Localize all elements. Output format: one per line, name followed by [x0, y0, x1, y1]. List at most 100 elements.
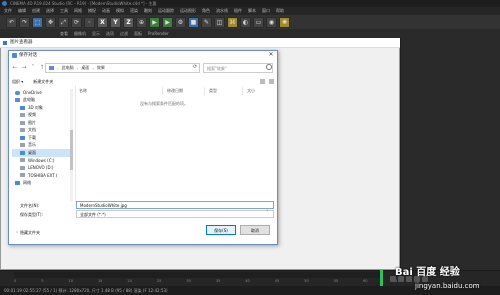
pen-icon[interactable]: ✎	[201, 16, 212, 28]
menu-item[interactable]: 渲染	[130, 8, 138, 14]
empty-message: 没有与搜索条件匹配的项。	[140, 101, 188, 106]
address-bar[interactable]: › 此电脑 › 桌面 › 效果	[45, 63, 200, 73]
close-icon[interactable]: ✕	[266, 51, 276, 59]
viewport-menu-item[interactable]: 摄像机	[74, 31, 86, 37]
z-axis-button[interactable]: Z	[123, 16, 134, 28]
column-modified[interactable]: 修改日期	[163, 87, 205, 95]
menu-item[interactable]: 窗口	[262, 8, 270, 14]
menu-item[interactable]: 创建	[32, 8, 40, 14]
viewport-menu-item[interactable]: 显示	[92, 31, 100, 37]
rotate-icon[interactable]: ⟳	[71, 16, 82, 28]
back-arrow-icon[interactable]: ←	[12, 63, 18, 73]
hide-folders-toggle[interactable]: ˄ 隐藏文件夹	[16, 230, 40, 236]
menu-item[interactable]: 插件	[234, 8, 242, 14]
render-view-icon[interactable]: ▶	[149, 16, 160, 28]
viewport-menu-item[interactable]: 查看	[60, 31, 68, 37]
breadcrumb-effects[interactable]: 效果	[97, 65, 105, 71]
filetype-label: 保存类型(T):	[20, 212, 43, 217]
redo-icon[interactable]: ↷	[19, 16, 30, 28]
nav-item[interactable]: 视频	[12, 112, 70, 120]
menu-item[interactable]: 文件	[4, 8, 12, 14]
live-select-icon[interactable]: ⬚	[32, 16, 43, 28]
menu-item[interactable]: 帮助	[276, 8, 284, 14]
nav-item-label: 3D 对象	[28, 104, 43, 110]
folder-icon	[15, 90, 20, 95]
move-icon[interactable]: ✥	[45, 16, 56, 28]
render-to-picture-viewer-icon[interactable]: ▶	[162, 16, 173, 28]
folder-icon	[15, 180, 20, 185]
search-input[interactable]: 搜索"效果"	[203, 63, 273, 73]
nav-item[interactable]: 文档	[12, 127, 70, 135]
nav-item[interactable]: 音乐	[12, 142, 70, 150]
organize-button[interactable]: 组织 ▾	[12, 79, 23, 85]
menu-item[interactable]: 网格	[74, 8, 82, 14]
baidu-watermark: Bai 百度 经验	[395, 267, 460, 278]
nav-item[interactable]: 桌面	[12, 149, 70, 157]
menu-item[interactable]: 脚本	[248, 8, 256, 14]
view-options-icon[interactable]	[260, 79, 265, 84]
coordinate-system-icon[interactable]: ⊕	[136, 16, 147, 28]
array-icon[interactable]: ⌘	[227, 16, 238, 28]
timeline-ruler[interactable]	[14, 272, 384, 278]
menu-item[interactable]: 雕刻	[144, 8, 152, 14]
nav-item[interactable]: 3D 对象	[12, 104, 70, 112]
nav-item[interactable]: 下载	[12, 134, 70, 142]
timeline-playhead[interactable]	[380, 270, 383, 286]
viewport-menu-item[interactable]: ProRender	[148, 31, 169, 36]
timeline-tick: 15	[97, 279, 103, 283]
viewport-menu-item[interactable]: 选项	[106, 31, 114, 37]
y-axis-button[interactable]: Y	[110, 16, 121, 28]
menu-item[interactable]: 运动跟踪	[158, 8, 174, 14]
menu-item[interactable]: 选择	[46, 8, 54, 14]
nav-item[interactable]: 网络	[12, 179, 70, 187]
nav-item[interactable]: LENOVO (D:)	[12, 164, 70, 172]
undo-icon[interactable]: ↶	[6, 16, 17, 28]
menu-item[interactable]: 动画	[102, 8, 110, 14]
menu-item[interactable]: 模拟	[116, 8, 124, 14]
navigation-scrollbar-thumb[interactable]	[70, 130, 73, 170]
folder-icon	[20, 128, 25, 133]
menu-item[interactable]: 角色	[202, 8, 210, 14]
deformer-icon[interactable]: ◐	[240, 16, 251, 28]
cube-icon[interactable]: ■	[188, 16, 199, 28]
column-type[interactable]: 类型	[205, 87, 243, 95]
column-size[interactable]: 大小	[243, 87, 273, 95]
timeline-tick: 5	[41, 279, 44, 283]
subdivision-icon[interactable]: ◫	[214, 16, 225, 28]
render-settings-icon[interactable]: ⚙	[175, 16, 186, 28]
filename-input[interactable]: ModernStudioWhite.jpg	[76, 201, 274, 209]
folder-icon	[20, 165, 25, 170]
save-button[interactable]: 保存(S)	[206, 225, 236, 235]
column-name[interactable]: 名称	[75, 87, 163, 95]
menu-item[interactable]: 编辑	[18, 8, 26, 14]
chevron-down-icon[interactable]: ˅	[30, 63, 36, 73]
refresh-icon[interactable]: ⟳	[193, 64, 197, 70]
chevron-down-icon[interactable]: ˅	[266, 210, 269, 216]
viewport-menu-item[interactable]: 面板	[134, 31, 142, 37]
camera-icon[interactable]: ◉	[266, 16, 277, 28]
breadcrumb-desktop[interactable]: 桌面	[81, 65, 89, 71]
scale-icon[interactable]: ⤢	[58, 16, 69, 28]
timeline-tick: 35	[215, 279, 221, 283]
x-axis-button[interactable]: X	[97, 16, 108, 28]
nav-item[interactable]: Windows (C:)	[12, 157, 70, 165]
filetype-select[interactable]: 全部文件 (*.*)	[76, 210, 274, 218]
recent-tool-icon[interactable]: ◦	[84, 16, 95, 28]
breadcrumb-pc[interactable]: 此电脑	[62, 65, 74, 71]
watermark-url: jingyan.baidu.com	[415, 282, 480, 290]
nav-item[interactable]: OneDrive	[12, 89, 70, 97]
menu-item[interactable]: 捕捉	[88, 8, 96, 14]
menu-item[interactable]: 流水线	[216, 8, 228, 14]
nav-item[interactable]: 图片	[12, 119, 70, 127]
light-icon[interactable]: ✺	[279, 16, 290, 28]
cancel-button[interactable]: 取消	[240, 225, 270, 235]
menu-item[interactable]: 工具	[60, 8, 68, 14]
nav-item[interactable]: 此电脑	[12, 97, 70, 105]
viewport-menu-item[interactable]: 过滤	[120, 31, 128, 37]
floor-icon[interactable]: ▭	[253, 16, 264, 28]
nav-item[interactable]: TOSHIBA EXT (	[12, 172, 70, 180]
forward-arrow-icon[interactable]: →	[21, 63, 27, 73]
menu-item[interactable]: 运动图形	[180, 8, 196, 14]
help-icon[interactable]	[269, 79, 274, 84]
new-folder-button[interactable]: 新建文件夹	[33, 79, 53, 85]
